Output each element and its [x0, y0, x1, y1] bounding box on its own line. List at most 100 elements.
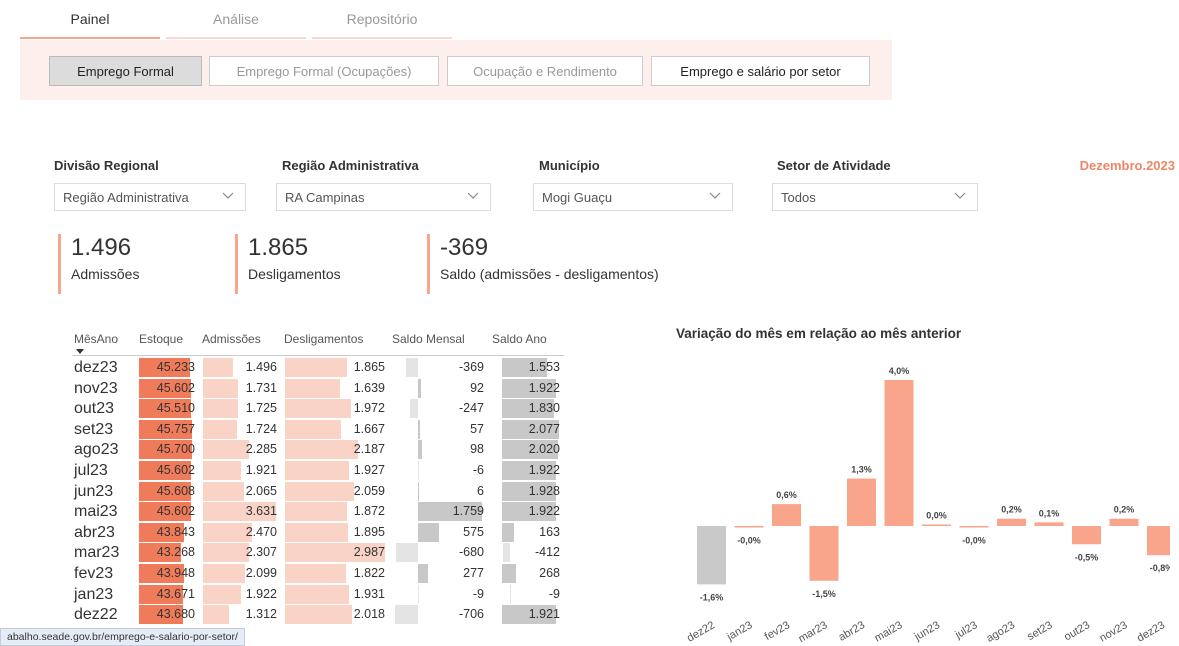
data-label-fev23: 0,6% — [776, 490, 797, 500]
chart-bar-mai23[interactable] — [884, 380, 914, 526]
data-label-jul23: -0,0% — [962, 536, 986, 546]
x-tick-label-abr23: abr23 — [837, 619, 867, 643]
regiao-administrativa-select[interactable]: RA Campinas — [276, 183, 491, 211]
filter-label-divisao: Divisão Regional — [54, 158, 159, 173]
cell-mesano: mar23 — [74, 544, 120, 562]
cell-admissoes: 1.731 — [245, 380, 277, 395]
cell-mesano: dez22 — [74, 606, 118, 624]
col-header-saldo-mensal[interactable]: Saldo Mensal — [392, 332, 465, 346]
x-tick-label-mar23: mar23 — [796, 619, 829, 645]
cell-estoque: 45.602 — [156, 504, 195, 519]
ocupacao-rendimento-button[interactable]: Ocupação e Rendimento — [447, 56, 643, 86]
tab-analise[interactable]: Análise — [166, 0, 306, 42]
cell-mesano: jan23 — [74, 585, 114, 603]
cell-admissoes: 3.631 — [245, 504, 277, 519]
filter-label-setor: Setor de Atividade — [777, 158, 891, 173]
x-tick-label-jun23: jun23 — [912, 619, 942, 643]
cell-saldo-ano: -9 — [548, 586, 560, 601]
divisao-regional-value: Região Administrativa — [63, 190, 189, 205]
cell-desligamentos: 2.059 — [353, 483, 385, 498]
cell-desligamentos: 1.667 — [353, 421, 385, 436]
cell-estoque: 45.757 — [156, 421, 195, 436]
cell-desligamentos: 1.927 — [353, 463, 385, 477]
x-tick-label-ago23: ago23 — [985, 619, 1017, 645]
emprego-formal-button[interactable]: Emprego Formal — [49, 56, 202, 86]
chart-bar-fev23[interactable] — [772, 504, 801, 526]
chart-bar-jul23[interactable] — [959, 526, 989, 528]
cell-saldo-mensal: -247 — [458, 401, 484, 416]
cell-desligamentos: 2.018 — [353, 607, 385, 622]
data-label-dez22: -1,6% — [700, 592, 724, 602]
regiao-administrativa-value: RA Campinas — [285, 190, 365, 205]
chart-bar-abr23[interactable] — [847, 478, 876, 526]
cell-saldo-mensal: 277 — [463, 566, 484, 580]
cell-admissoes: 1.724 — [245, 421, 277, 436]
cell-saldo-ano: 1.922 — [528, 504, 560, 519]
cell-saldo-mensal: 92 — [470, 380, 484, 395]
chart-bar-jun23[interactable] — [922, 524, 951, 527]
col-header-desligamentos[interactable]: Desligamentos — [284, 332, 363, 346]
cell-desligamentos: 1.972 — [353, 401, 385, 416]
cell-admissoes: 2.099 — [245, 566, 277, 580]
cell-saldo-mensal: 6 — [477, 483, 484, 498]
sort-descending-icon[interactable] — [76, 349, 84, 354]
cell-desligamentos: 1.822 — [353, 566, 385, 580]
emprego-formal-ocupacoes-button[interactable]: Emprego Formal (Ocupações) — [209, 56, 439, 86]
chevron-down-icon — [954, 192, 966, 199]
table-header-divider — [72, 355, 564, 356]
chart-bar-dez23[interactable] — [1147, 526, 1170, 556]
col-header-mesano[interactable]: MêsAno — [74, 332, 118, 346]
kpi-desligamentos-value: 1.865 — [248, 234, 309, 261]
chart-bar-ago23[interactable] — [997, 518, 1026, 526]
chart-bar-set23[interactable] — [1034, 522, 1064, 526]
cell-saldo-mensal: 1.759 — [452, 504, 484, 519]
chevron-down-icon — [222, 192, 234, 199]
cell-admissoes: 2.470 — [245, 524, 277, 539]
chart-bar-nov23[interactable] — [1109, 518, 1139, 526]
chart-bar-jan23[interactable] — [734, 526, 764, 528]
cell-desligamentos: 1.931 — [353, 586, 385, 601]
kpi-admissoes-label: Admissões — [71, 266, 140, 282]
tab-painel[interactable]: Painel — [20, 0, 160, 42]
x-tick-label-dez22: dez22 — [685, 619, 717, 644]
cell-mesano: fev23 — [74, 565, 114, 582]
chevron-down-icon — [709, 192, 721, 199]
chart-bar-mar23[interactable] — [809, 526, 839, 581]
cell-mesano: dez23 — [74, 359, 118, 376]
x-tick-label-out23: out23 — [1062, 619, 1092, 643]
cell-saldo-ano: 1.830 — [528, 401, 560, 416]
kpi-admissoes: 1.496 Admissões — [58, 234, 139, 294]
setor-atividade-select[interactable]: Todos — [772, 183, 978, 211]
tab-repositorio[interactable]: Repositório — [312, 0, 452, 42]
chevron-down-icon — [467, 192, 479, 199]
chart-bar-dez22[interactable] — [697, 526, 726, 585]
x-tick-label-fev23: fev23 — [763, 619, 792, 643]
data-label-mar23: -1,5% — [812, 589, 836, 599]
cell-saldo-ano: 2.077 — [528, 421, 560, 436]
cell-desligamentos: 1.639 — [353, 380, 385, 395]
x-tick-label-mai23: mai23 — [873, 619, 905, 644]
col-header-admissoes[interactable]: Admissões — [202, 332, 261, 346]
col-header-estoque[interactable]: Estoque — [139, 332, 183, 346]
municipio-select[interactable]: Mogi Guaçu — [533, 183, 733, 211]
cell-saldo-mensal: -369 — [458, 360, 484, 374]
data-label-jan23: -0,0% — [737, 536, 761, 546]
cell-saldo-ano: -412 — [534, 545, 560, 560]
chart-bar-out23[interactable] — [1072, 526, 1101, 545]
emprego-salario-setor-button[interactable]: Emprego e salário por setor — [651, 56, 870, 86]
cell-mesano: jun23 — [74, 482, 114, 500]
cell-admissoes: 1.921 — [245, 463, 277, 477]
x-tick-label-dez23: dez23 — [1135, 619, 1167, 644]
cell-saldo-ano: 1.922 — [528, 380, 560, 395]
cell-mesano: mai23 — [74, 503, 118, 521]
cell-saldo-ano: 1.921 — [528, 607, 560, 622]
divisao-regional-select[interactable]: Região Administrativa — [54, 183, 246, 211]
col-header-saldo-ano[interactable]: Saldo Ano — [492, 332, 547, 346]
filter-label-municipio: Município — [539, 158, 600, 173]
cell-saldo-mensal: 575 — [463, 524, 484, 539]
municipio-value: Mogi Guaçu — [542, 190, 613, 205]
data-label-jun23: 0,0% — [926, 511, 947, 521]
cell-saldo-mensal: -680 — [458, 545, 484, 560]
kpi-admissoes-value: 1.496 — [71, 234, 132, 261]
cell-desligamentos: 1.865 — [353, 360, 385, 374]
